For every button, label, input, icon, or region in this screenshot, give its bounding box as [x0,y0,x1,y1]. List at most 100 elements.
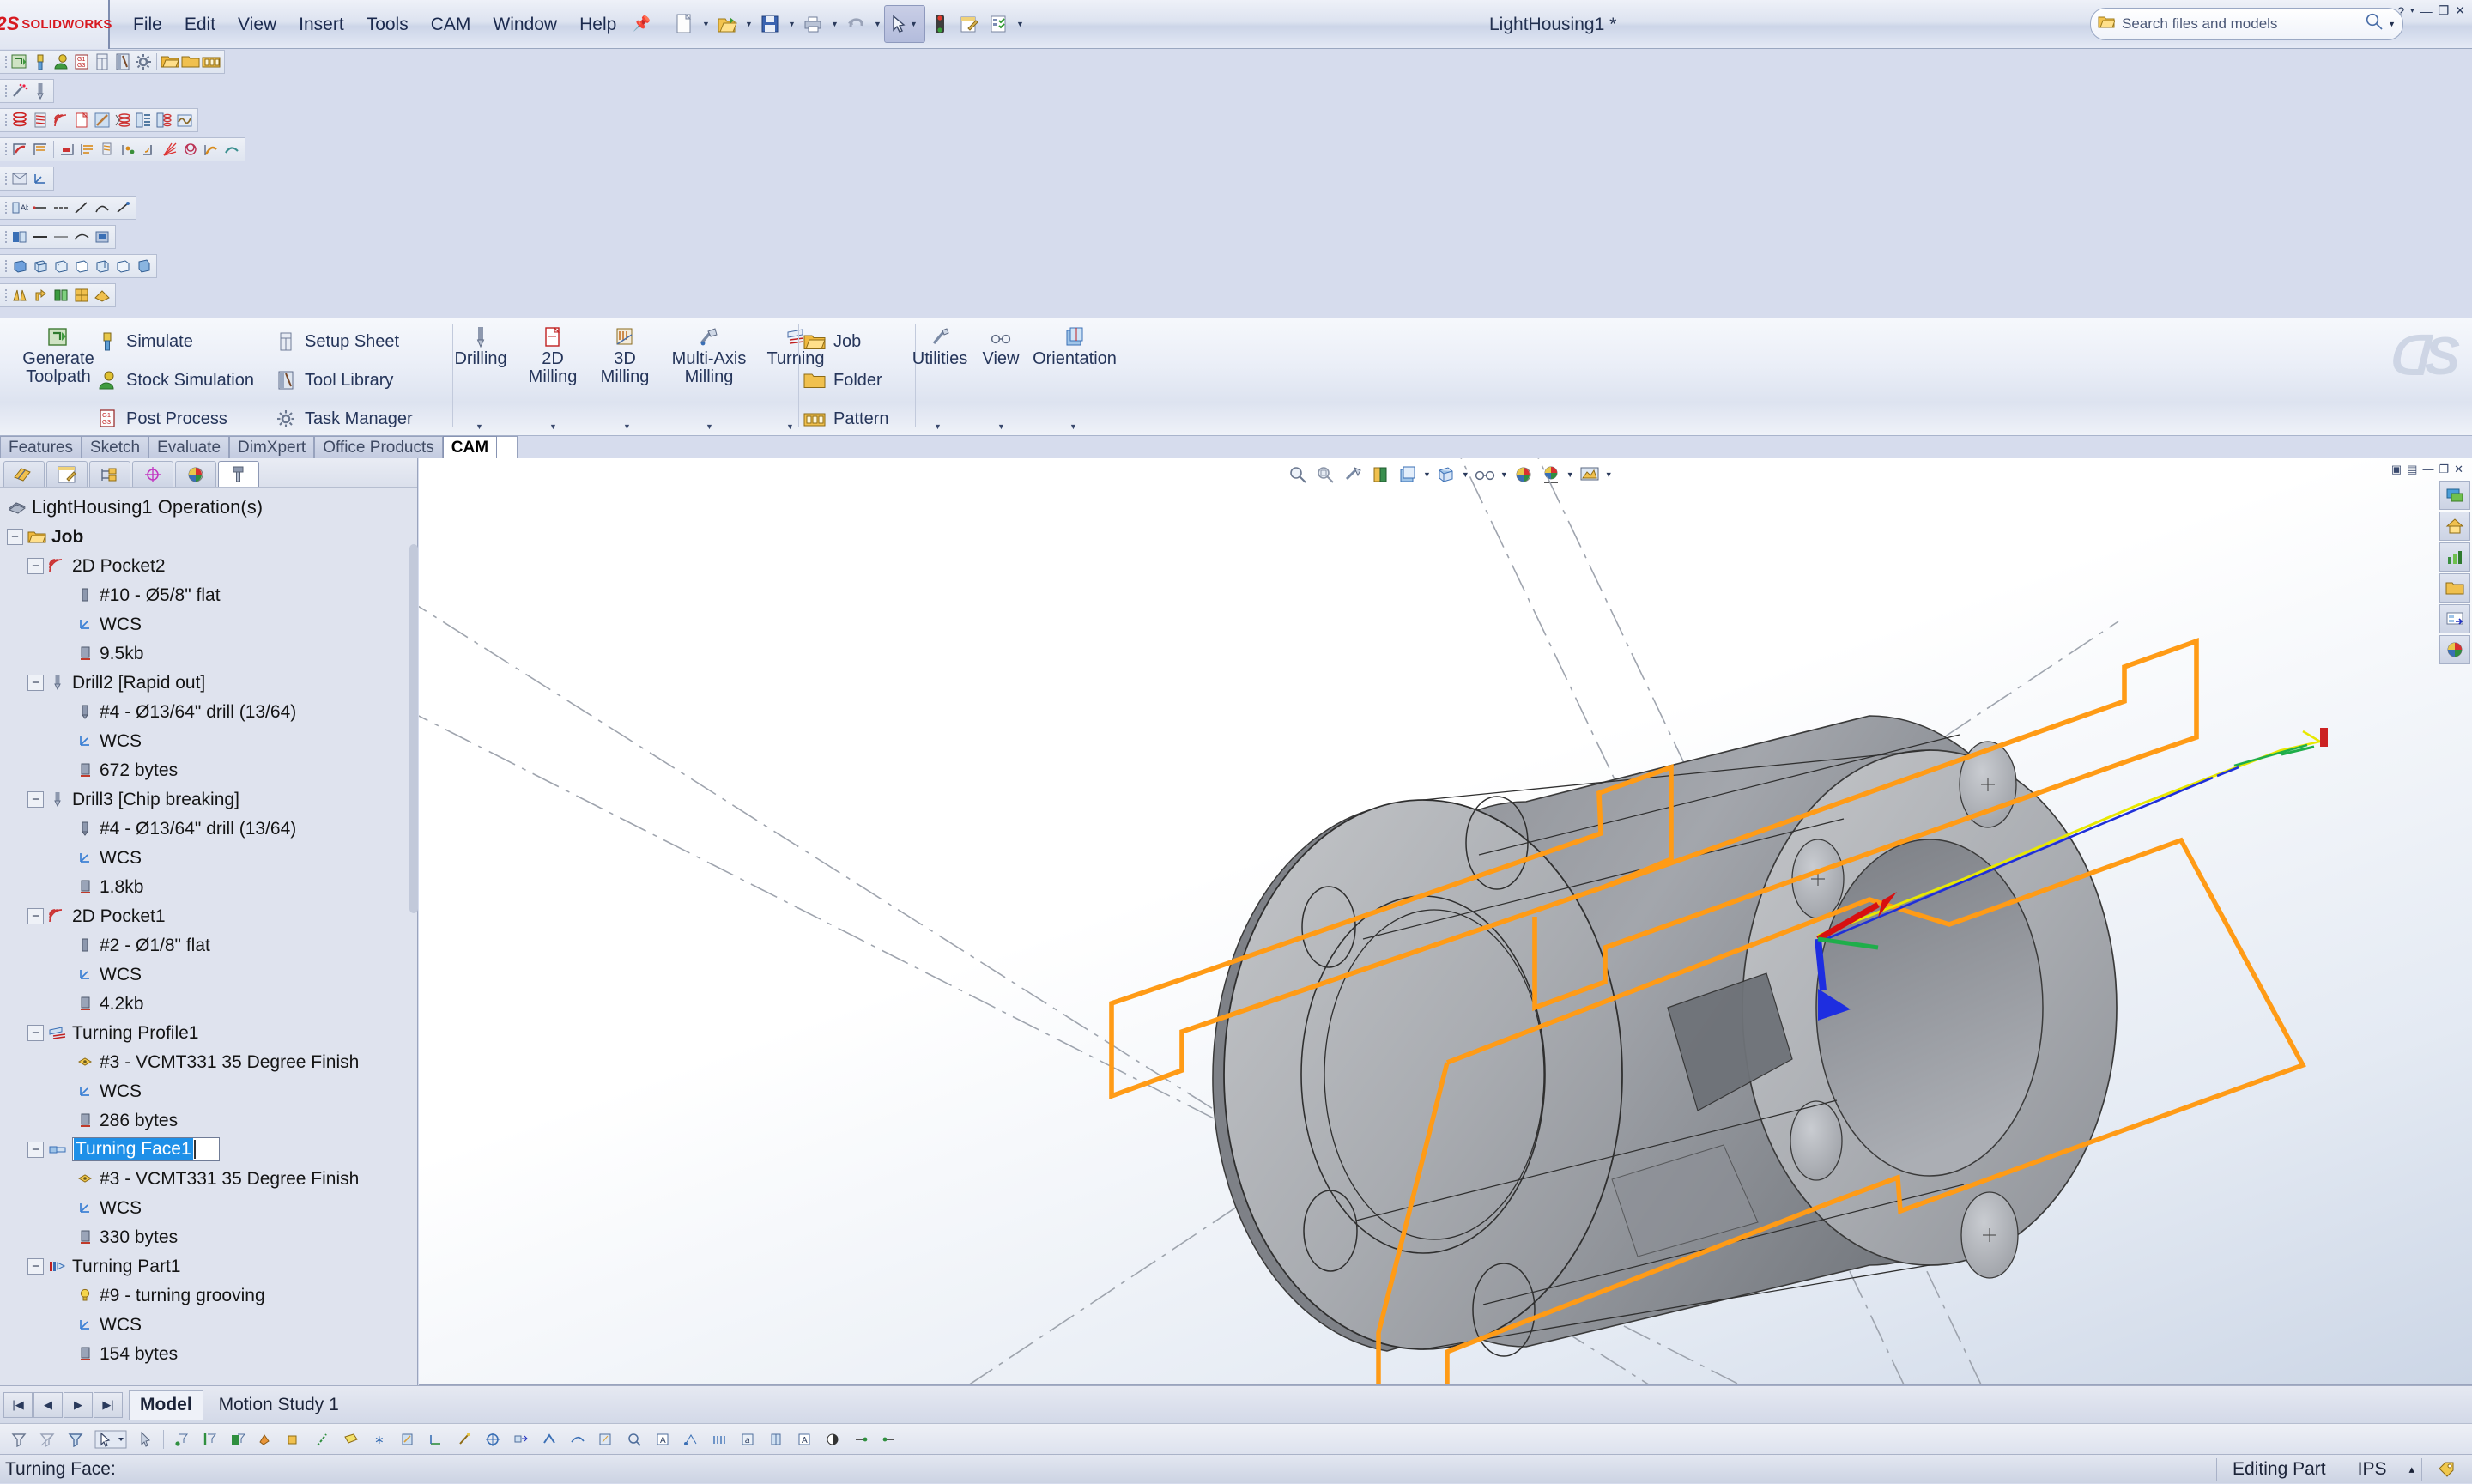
tree-tool[interactable]: #3 - VCMT331 35 Degree Finish [5,1047,417,1076]
rename-input[interactable]: Turning Face1 [72,1137,220,1161]
tree-tool[interactable]: #10 - Ø5/8" flat [5,580,417,609]
chevron-down-icon[interactable]: ▼ [785,20,798,28]
view-dropdown[interactable]: ▼ [997,422,1005,431]
wireframe-view-icon[interactable] [92,256,112,276]
filter-plane-icon[interactable] [337,1426,365,1452]
3d-milling-dropdown[interactable]: ▼ [623,422,631,431]
tree-operation[interactable]: − 2D Pocket2 [5,551,417,580]
filter-faces-icon[interactable] [224,1426,251,1452]
orientation-dropdown[interactable]: ▼ [1069,422,1077,431]
setup-icon[interactable] [9,168,30,189]
sketch-curve-icon[interactable] [92,197,112,218]
toolbar-grip[interactable] [3,227,9,246]
extract-features-icon[interactable] [9,81,30,101]
menu-cam[interactable]: CAM [420,12,482,37]
filter-axis-icon[interactable] [309,1426,336,1452]
tree-nccode[interactable]: 1.8kb [5,872,417,901]
filter-pointset-icon[interactable] [677,1426,705,1452]
boss-feature-icon[interactable] [154,110,174,130]
tree-nccode[interactable]: 330 bytes [5,1222,417,1251]
edit-options-button[interactable] [954,9,984,39]
post-process-button[interactable]: G1 G3 Post Process [94,406,227,432]
filter-search-icon[interactable] [621,1426,648,1452]
prev-tab-icon[interactable]: ◀ [33,1391,63,1418]
menu-window[interactable]: Window [482,12,568,37]
2d-milling-button[interactable]: 2D Milling [512,324,594,386]
pencil-mill-icon[interactable] [201,139,221,160]
hidden-lines-view-icon[interactable] [51,256,71,276]
design-library-icon[interactable] [2439,542,2470,572]
tree-wcs[interactable]: WCS [5,1193,417,1222]
linear-pattern-icon[interactable] [51,285,71,306]
rebuild-button[interactable] [925,9,954,39]
shaded-view-icon[interactable] [9,256,30,276]
sketch-dash-icon[interactable] [51,197,71,218]
collapse-icon[interactable]: − [7,528,23,545]
menu-view[interactable]: View [227,12,288,37]
collapse-icon[interactable]: − [27,557,44,574]
file-explorer-icon[interactable] [2439,573,2470,603]
collapse-icon[interactable]: − [27,1257,44,1275]
post-process-icon[interactable]: G1 G3 [71,51,92,72]
chevron-down-icon[interactable]: ▼ [742,20,755,28]
filter-surfaces-icon[interactable] [252,1426,280,1452]
orientation-button[interactable]: Orientation [1018,324,1131,368]
select-button[interactable]: ▼ [884,5,926,43]
tab-model[interactable]: Model [129,1390,203,1420]
toolbar-grip[interactable] [3,52,9,71]
thread-feature-icon[interactable] [30,110,51,130]
line-thin-icon[interactable] [51,227,71,247]
chevron-down-icon[interactable]: ▼ [2388,20,2396,28]
tree-wcs[interactable]: WCS [5,726,417,755]
tree-nccode[interactable]: 286 bytes [5,1105,417,1135]
folder-button[interactable]: Folder [802,367,882,393]
task-manager-icon[interactable] [133,51,154,72]
toggle-blue-icon[interactable] [9,227,30,247]
sketch-line-icon[interactable] [30,197,51,218]
face-mill-icon[interactable] [57,139,77,160]
close-button[interactable]: ✕ [2455,3,2465,18]
configuration-manager-tab[interactable] [89,461,130,487]
multi-axis-milling-dropdown[interactable]: ▼ [706,422,713,431]
chevron-down-icon[interactable]: ▼ [1013,20,1027,28]
tree-operation-editing[interactable]: − Turning Face1 [5,1135,417,1164]
tree-nccode[interactable]: 672 bytes [5,755,417,784]
restore-button[interactable]: ❐ [2439,3,2450,18]
job-folder-icon[interactable] [160,51,180,72]
status-units[interactable]: IPS [2341,1458,2402,1481]
slot-feature-icon[interactable] [133,110,154,130]
toolbar-grip[interactable] [3,198,9,217]
tree-job[interactable]: − Job [5,522,417,551]
multi-surface-feature-icon[interactable] [112,110,133,130]
filter-clear-icon[interactable] [62,1426,89,1452]
next-tab-icon[interactable]: ▶ [64,1391,93,1418]
collapse-icon[interactable]: − [27,907,44,924]
collapse-icon[interactable]: − [27,674,44,691]
tab-office-products[interactable]: Office Products [314,436,443,458]
appearances-scenes-icon[interactable] [2439,635,2470,664]
chevron-down-icon[interactable]: ▼ [699,20,712,28]
menu-tools[interactable]: Tools [355,12,420,37]
chevron-down-icon[interactable]: ▼ [870,20,884,28]
toolbar-grip[interactable] [3,82,9,100]
tab-sketch[interactable]: Sketch [81,436,149,458]
tab-evaluate[interactable]: Evaluate [148,436,230,458]
filter-assembly-icon[interactable] [479,1426,506,1452]
menu-help[interactable]: Help [568,12,627,37]
filter-letter-icon[interactable]: a [734,1426,761,1452]
spiral-mill-icon[interactable] [180,139,201,160]
open-document-button[interactable]: ▼ [712,9,755,39]
filter-text-icon[interactable]: A [649,1426,676,1452]
toolbar-grip[interactable] [3,257,9,276]
units-dropdown-icon[interactable]: ▴ [2402,1458,2421,1481]
tree-operation[interactable]: − 2D Pocket1 [5,901,417,930]
sketch-slash-icon[interactable] [71,197,92,218]
filter-mate-icon[interactable] [507,1426,535,1452]
filter-annotation-icon[interactable] [451,1426,478,1452]
face-feature-icon[interactable] [71,110,92,130]
z-level-icon[interactable] [118,139,139,160]
toolbar-grip[interactable] [3,169,9,188]
search-icon[interactable] [2365,12,2384,36]
filter-tangent-icon[interactable] [564,1426,591,1452]
filter-off-icon[interactable] [33,1426,61,1452]
